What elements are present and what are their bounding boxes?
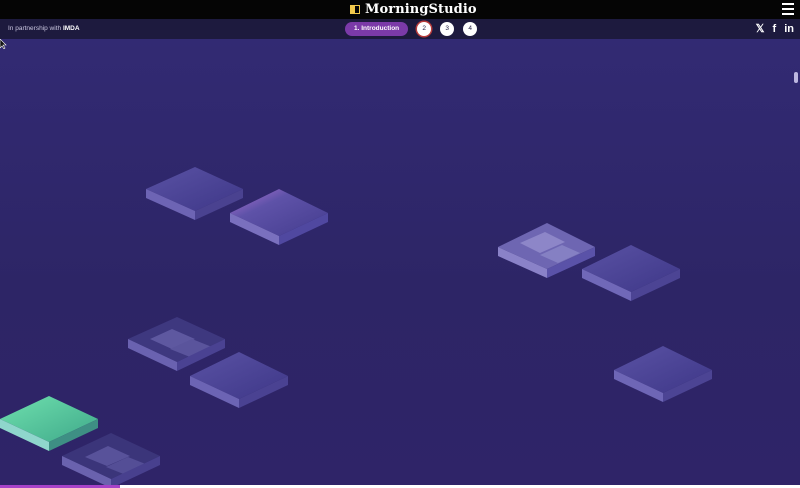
facebook-icon[interactable]: f bbox=[773, 23, 777, 35]
x-icon[interactable]: 𝕏 bbox=[756, 23, 765, 35]
tile bbox=[614, 346, 712, 402]
hamburger-menu-icon[interactable] bbox=[782, 3, 794, 15]
social-links: 𝕏 f in bbox=[756, 23, 794, 35]
logo[interactable]: MorningStudio bbox=[350, 1, 477, 18]
logo-text: MorningStudio bbox=[365, 2, 477, 17]
step-3[interactable]: 3 bbox=[440, 22, 455, 36]
step-1-introduction[interactable]: 1. Introduction bbox=[345, 22, 409, 36]
tile bbox=[190, 352, 288, 408]
top-bar: MorningStudio bbox=[0, 0, 800, 19]
linkedin-icon[interactable]: in bbox=[784, 23, 794, 35]
isometric-scene bbox=[0, 39, 800, 488]
tiles-canvas bbox=[0, 167, 712, 488]
step-2[interactable]: 2 bbox=[417, 22, 432, 36]
tile-green bbox=[0, 396, 98, 451]
tile bbox=[582, 245, 680, 301]
tile-patterned bbox=[498, 223, 595, 278]
partner-name: IMDA bbox=[62, 25, 80, 32]
logo-icon bbox=[350, 5, 360, 14]
partnership-text: In partnership with IMDA bbox=[8, 25, 80, 32]
nav-bar: In partnership with IMDA 1. Introduction… bbox=[0, 19, 800, 39]
step-navigation: 1. Introduction 2 3 4 bbox=[345, 22, 486, 36]
step-4[interactable]: 4 bbox=[463, 22, 478, 36]
cursor-icon bbox=[0, 39, 7, 49]
tile-patterned bbox=[62, 433, 160, 488]
scrollbar-thumb[interactable] bbox=[794, 72, 798, 83]
tile bbox=[146, 167, 243, 220]
tile-patterned bbox=[128, 317, 225, 371]
tile-highlighted bbox=[230, 189, 328, 245]
partner-prefix: In partnership with bbox=[8, 25, 62, 32]
